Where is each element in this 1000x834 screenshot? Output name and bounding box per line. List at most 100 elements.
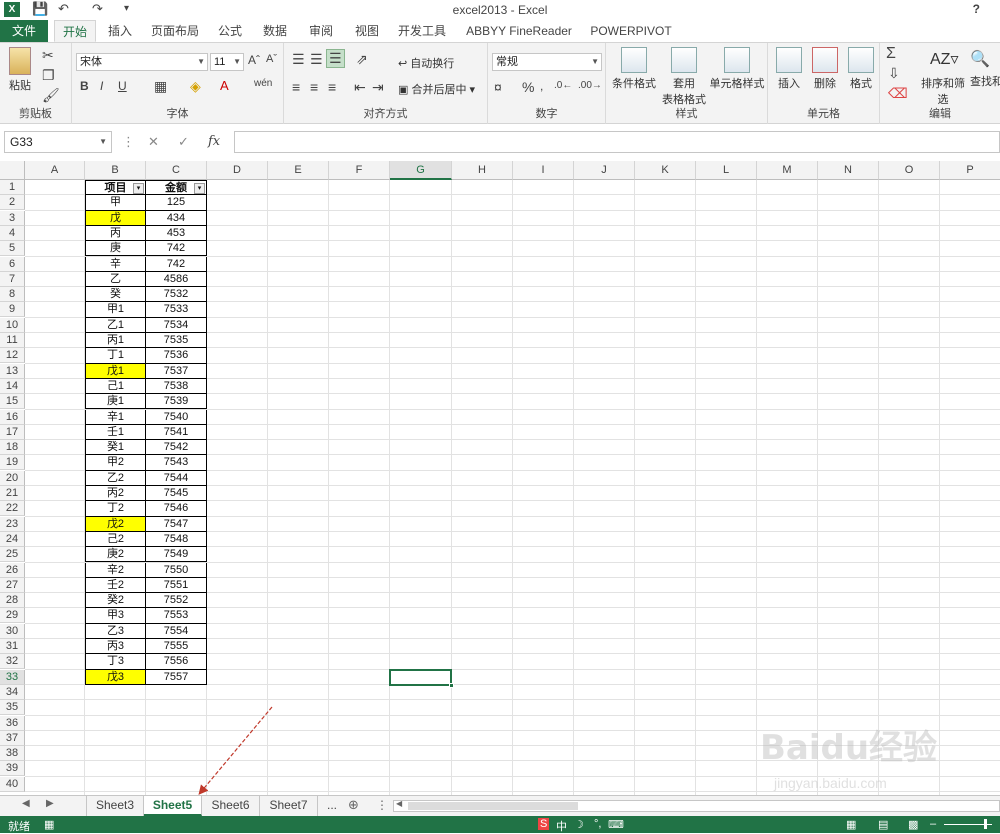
align-center-icon[interactable]: ≡: [310, 79, 318, 95]
column-header-i[interactable]: I: [513, 161, 574, 180]
row-header-30[interactable]: 30: [0, 623, 25, 639]
row-header-9[interactable]: 9: [0, 302, 25, 318]
table-header-amount[interactable]: 金额 ▾: [146, 180, 207, 196]
table-cell-amount[interactable]: 7535: [146, 333, 207, 349]
tab-abbyy[interactable]: ABBYY FineReader 12: [458, 20, 580, 60]
copy-icon[interactable]: ❐: [42, 67, 55, 84]
table-cell-item[interactable]: 壬1: [85, 424, 146, 441]
table-cell-item[interactable]: 戊3: [85, 669, 146, 685]
selected-cell[interactable]: [389, 668, 454, 688]
table-cell-amount[interactable]: 7534: [146, 317, 207, 333]
format-cells-button[interactable]: 格式: [844, 47, 878, 91]
table-cell-item[interactable]: 乙: [85, 271, 146, 288]
column-header-p[interactable]: P: [940, 161, 1000, 180]
table-cell-amount[interactable]: 7546: [146, 501, 207, 517]
table-cell-item[interactable]: 辛1: [85, 409, 146, 425]
row-header-28[interactable]: 28: [0, 593, 25, 609]
tab-file[interactable]: 文件: [0, 20, 48, 42]
column-header-f[interactable]: F: [329, 161, 390, 180]
sheet-tab-sheet6[interactable]: Sheet6: [202, 796, 260, 816]
row-header-31[interactable]: 31: [0, 639, 25, 654]
ime-mode[interactable]: 中: [556, 818, 567, 834]
table-cell-item[interactable]: 丁1: [85, 348, 146, 364]
delete-cells-button[interactable]: 删除: [808, 47, 842, 91]
column-header-h[interactable]: H: [452, 161, 513, 180]
row-header-25[interactable]: 25: [0, 547, 25, 563]
paste-button[interactable]: 粘贴: [4, 47, 36, 93]
table-cell-amount[interactable]: 7536: [146, 348, 207, 364]
decrease-indent-icon[interactable]: ⇤: [354, 79, 366, 96]
row-header-27[interactable]: 27: [0, 577, 25, 593]
row-header-6[interactable]: 6: [0, 256, 25, 272]
table-cell-item[interactable]: 甲1: [85, 302, 146, 318]
tab-page-layout[interactable]: 页面布局: [146, 20, 204, 42]
table-cell-item[interactable]: 辛2: [85, 562, 146, 578]
row-header-26[interactable]: 26: [0, 562, 25, 578]
row-header-14[interactable]: 14: [0, 378, 25, 394]
enter-icon[interactable]: ✓: [178, 134, 189, 150]
row-header-16[interactable]: 16: [0, 409, 25, 425]
insert-cells-button[interactable]: 插入: [772, 47, 806, 91]
percent-icon[interactable]: %: [522, 79, 534, 95]
cancel-icon[interactable]: ✕: [148, 134, 159, 150]
table-cell-amount[interactable]: 7540: [146, 409, 207, 425]
filter-dropdown-icon[interactable]: ▾: [133, 183, 144, 194]
cell-styles-button[interactable]: 单元格样式: [708, 47, 766, 91]
more-sheets-button[interactable]: ...: [320, 796, 344, 816]
new-sheet-icon[interactable]: ⊕: [348, 797, 359, 813]
tab-insert[interactable]: 插入: [100, 20, 140, 42]
filter-dropdown-icon[interactable]: ▾: [194, 183, 205, 194]
table-cell-item[interactable]: 丙: [85, 225, 146, 242]
column-header-g[interactable]: G: [390, 161, 452, 180]
row-header-35[interactable]: 35: [0, 700, 25, 716]
table-cell-item[interactable]: 甲2: [85, 455, 146, 471]
row-header-40[interactable]: 40: [0, 776, 25, 792]
table-cell-amount[interactable]: 125: [146, 195, 207, 211]
row-header-24[interactable]: 24: [0, 531, 25, 547]
table-cell-amount[interactable]: 7555: [146, 639, 207, 655]
table-cell-item[interactable]: 己1: [85, 378, 146, 395]
table-cell-amount[interactable]: 7539: [146, 394, 207, 410]
table-cell-amount[interactable]: 7542: [146, 440, 207, 456]
table-cell-item[interactable]: 丙1: [85, 333, 146, 349]
table-cell-item[interactable]: 辛: [85, 256, 146, 272]
table-cell-item[interactable]: 壬2: [85, 577, 146, 594]
column-header-e[interactable]: E: [268, 161, 329, 180]
table-cell-item[interactable]: 戊2: [85, 516, 146, 532]
column-header-l[interactable]: L: [696, 161, 757, 180]
format-as-table-button[interactable]: 套用 表格格式: [656, 47, 712, 107]
column-header-m[interactable]: M: [757, 161, 818, 180]
sheet-tab-sheet7[interactable]: Sheet7: [260, 796, 318, 816]
tab-splitter-icon[interactable]: ⋮: [376, 798, 388, 812]
borders-icon[interactable]: ▦: [154, 78, 167, 95]
table-cell-amount[interactable]: 7532: [146, 287, 207, 303]
name-box[interactable]: G33 ▼: [4, 131, 112, 153]
row-header-5[interactable]: 5: [0, 241, 25, 257]
tab-data[interactable]: 数据: [256, 20, 294, 42]
row-header-3[interactable]: 3: [0, 210, 25, 226]
tab-formulas[interactable]: 公式: [212, 20, 248, 42]
table-cell-item[interactable]: 丁3: [85, 654, 146, 670]
table-cell-item[interactable]: 己2: [85, 531, 146, 548]
table-cell-item[interactable]: 乙3: [85, 623, 146, 639]
table-cell-item[interactable]: 甲: [85, 195, 146, 211]
sheet-tab-sheet5[interactable]: Sheet5: [144, 796, 202, 816]
table-cell-item[interactable]: 庚1: [85, 394, 146, 410]
row-header-7[interactable]: 7: [0, 271, 25, 287]
clear-icon[interactable]: ⌫: [888, 85, 908, 102]
row-header-4[interactable]: 4: [0, 225, 25, 241]
italic-icon[interactable]: I: [100, 79, 103, 93]
table-cell-amount[interactable]: 7552: [146, 593, 207, 609]
phonetic-icon[interactable]: wén: [254, 78, 272, 89]
table-cell-amount[interactable]: 7550: [146, 562, 207, 578]
font-color-icon[interactable]: A: [220, 78, 229, 93]
sheet-tab-sheet3[interactable]: Sheet3: [86, 796, 144, 816]
fill-icon[interactable]: ⇩: [888, 65, 900, 82]
table-cell-item[interactable]: 丁2: [85, 501, 146, 517]
column-header-o[interactable]: O: [879, 161, 940, 180]
row-header-19[interactable]: 19: [0, 455, 25, 471]
middle-align-icon[interactable]: ☰: [310, 51, 323, 68]
merge-center-button[interactable]: ▣ 合并后居中 ▾: [398, 81, 475, 97]
table-cell-amount[interactable]: 7547: [146, 516, 207, 532]
column-header-k[interactable]: K: [635, 161, 696, 180]
